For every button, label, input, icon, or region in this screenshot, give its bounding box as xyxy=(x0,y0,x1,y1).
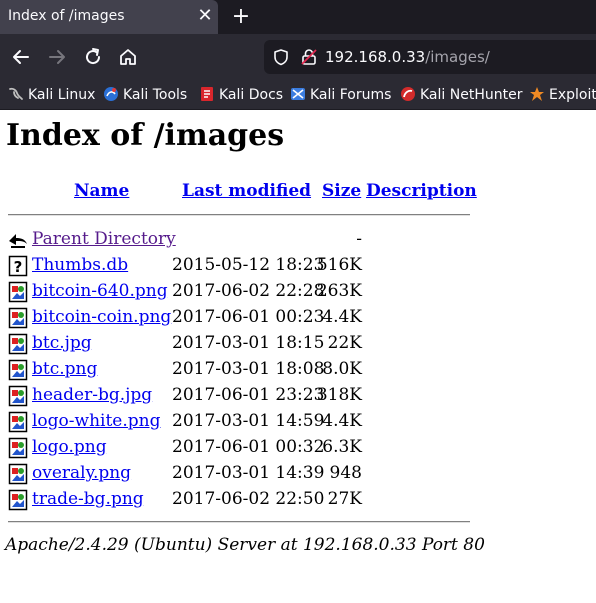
sort-by-name-link[interactable]: Name xyxy=(74,181,129,201)
file-modified: 2017-06-01 00:32 xyxy=(172,437,325,457)
file-link[interactable]: overaly.png xyxy=(32,463,131,483)
file-size: 6.3K xyxy=(322,437,362,457)
file-size: 318K xyxy=(316,385,362,405)
image-file-icon xyxy=(8,359,28,381)
file-link[interactable]: logo-white.png xyxy=(32,411,160,431)
tab-title: Index of /images xyxy=(8,8,125,24)
file-modified: 2015-05-12 18:23 xyxy=(172,255,325,275)
image-file-icon xyxy=(8,463,28,485)
file-size: 8.0K xyxy=(322,359,362,379)
file-row: trade-bg.png 2017-06-02 22:50 27K xyxy=(0,487,470,513)
file-modified: 2017-03-01 14:59 xyxy=(172,411,325,431)
file-modified: 2017-06-01 23:23 xyxy=(172,385,325,405)
file-row: logo-white.png 2017-03-01 14:59 4.4K xyxy=(0,409,470,435)
file-link[interactable]: btc.png xyxy=(32,359,97,379)
file-link[interactable]: header-bg.jpg xyxy=(32,385,152,405)
bookmark-kali-linux[interactable]: Kali Linux xyxy=(8,85,95,105)
url-text[interactable]: 192.168.0.33/images/ xyxy=(325,48,490,66)
file-modified: 2017-06-02 22:28 xyxy=(172,281,325,301)
shield-icon[interactable] xyxy=(272,48,290,66)
kali-tools-icon xyxy=(104,87,118,101)
file-size: 4.4K xyxy=(322,411,362,431)
parent-directory-row: Parent Directory - xyxy=(0,227,470,253)
bookmark-label: Kali NetHunter xyxy=(420,87,523,103)
file-size: 263K xyxy=(316,281,362,301)
bookmarks-toolbar: Kali Linux Kali Tools Kali Docs Kali For… xyxy=(0,80,596,110)
file-size: 4.4K xyxy=(322,307,362,327)
back-folder-icon xyxy=(9,234,27,248)
file-modified: 2017-03-01 18:08 xyxy=(172,359,325,379)
file-row: btc.png 2017-03-01 18:08 8.0K xyxy=(0,357,470,383)
page-title: Index of /images xyxy=(6,118,285,153)
image-file-icon xyxy=(8,411,28,433)
reload-icon[interactable] xyxy=(82,46,104,68)
file-modified: 2017-03-01 14:39 xyxy=(172,463,325,483)
file-link[interactable]: btc.jpg xyxy=(32,333,92,353)
bookmark-label: Kali Docs xyxy=(219,87,284,103)
sort-by-description-link[interactable]: Description xyxy=(366,181,477,201)
file-link[interactable]: Thumbs.db xyxy=(32,255,128,275)
image-file-icon xyxy=(8,437,28,459)
kali-docs-icon xyxy=(201,87,213,101)
file-row: bitcoin-640.png 2017-06-02 22:28 263K xyxy=(0,279,470,305)
file-size: 27K xyxy=(327,489,362,509)
nethunter-icon xyxy=(401,87,415,101)
active-tab[interactable]: Index of /images ✕ xyxy=(0,0,218,34)
kali-forums-icon xyxy=(291,88,305,100)
tab-strip: Index of /images ✕ + xyxy=(0,0,596,34)
image-file-icon xyxy=(8,281,28,303)
bookmark-label: Kali Linux xyxy=(28,87,96,103)
file-row: ? Thumbs.db 2015-05-12 18:23 516K xyxy=(0,253,470,279)
forward-arrow-icon[interactable] xyxy=(46,46,68,68)
file-link[interactable]: bitcoin-640.png xyxy=(32,281,168,301)
file-modified: 2017-03-01 18:15 xyxy=(172,333,325,353)
footer-divider xyxy=(8,521,470,523)
unknown-file-icon: ? xyxy=(8,255,28,277)
image-file-icon xyxy=(8,333,28,355)
new-tab-button[interactable]: + xyxy=(230,4,252,30)
file-modified: 2017-06-02 22:50 xyxy=(172,489,325,509)
file-row: bitcoin-coin.png 2017-06-01 00:23 4.4K xyxy=(0,305,470,331)
file-row: btc.jpg 2017-03-01 18:15 22K xyxy=(0,331,470,357)
file-link[interactable]: trade-bg.png xyxy=(32,489,144,509)
bookmark-label: Kali Tools xyxy=(123,87,188,103)
bookmark-kali-forums[interactable]: Kali Forums xyxy=(290,85,391,105)
parent-directory-link[interactable]: Parent Directory xyxy=(32,229,176,249)
exploit-db-icon xyxy=(530,87,544,101)
image-file-icon xyxy=(8,385,28,407)
svg-text:?: ? xyxy=(14,258,23,276)
navigation-toolbar: 192.168.0.33/images/ xyxy=(0,34,596,80)
home-icon[interactable] xyxy=(117,46,139,68)
kali-dragon-icon xyxy=(9,87,23,100)
address-bar[interactable]: 192.168.0.33/images/ xyxy=(264,40,596,74)
bookmark-label: Exploit- xyxy=(549,87,596,103)
sort-by-modified-link[interactable]: Last modified xyxy=(182,181,311,201)
url-path: /images/ xyxy=(425,48,490,66)
insecure-lock-icon[interactable] xyxy=(300,48,318,66)
file-row: overaly.png 2017-03-01 14:39 948 xyxy=(0,461,470,487)
file-size: 948 xyxy=(329,463,362,483)
file-row: header-bg.jpg 2017-06-01 23:23 318K xyxy=(0,383,470,409)
server-signature: Apache/2.4.29 (Ubuntu) Server at 192.168… xyxy=(5,535,485,555)
sort-by-size-link[interactable]: Size xyxy=(322,181,361,201)
parent-size: - xyxy=(356,229,362,249)
bookmark-exploit-db[interactable]: Exploit- xyxy=(529,85,596,105)
file-size: 22K xyxy=(327,333,362,353)
file-link[interactable]: bitcoin-coin.png xyxy=(32,307,171,327)
file-link[interactable]: logo.png xyxy=(32,437,107,457)
bookmark-label: Kali Forums xyxy=(310,87,392,103)
file-row: logo.png 2017-06-01 00:32 6.3K xyxy=(0,435,470,461)
file-modified: 2017-06-01 00:23 xyxy=(172,307,325,327)
bookmark-kali-docs[interactable]: Kali Docs xyxy=(199,85,283,105)
bookmark-kali-nethunter[interactable]: Kali NetHunter xyxy=(400,85,522,105)
back-arrow-icon[interactable] xyxy=(10,46,32,68)
url-host: 192.168.0.33 xyxy=(325,48,426,66)
close-tab-icon[interactable]: ✕ xyxy=(196,6,214,26)
bookmark-kali-tools[interactable]: Kali Tools xyxy=(103,85,187,105)
header-divider xyxy=(8,214,470,216)
image-file-icon xyxy=(8,489,28,511)
file-size: 516K xyxy=(316,255,362,275)
image-file-icon xyxy=(8,307,28,329)
